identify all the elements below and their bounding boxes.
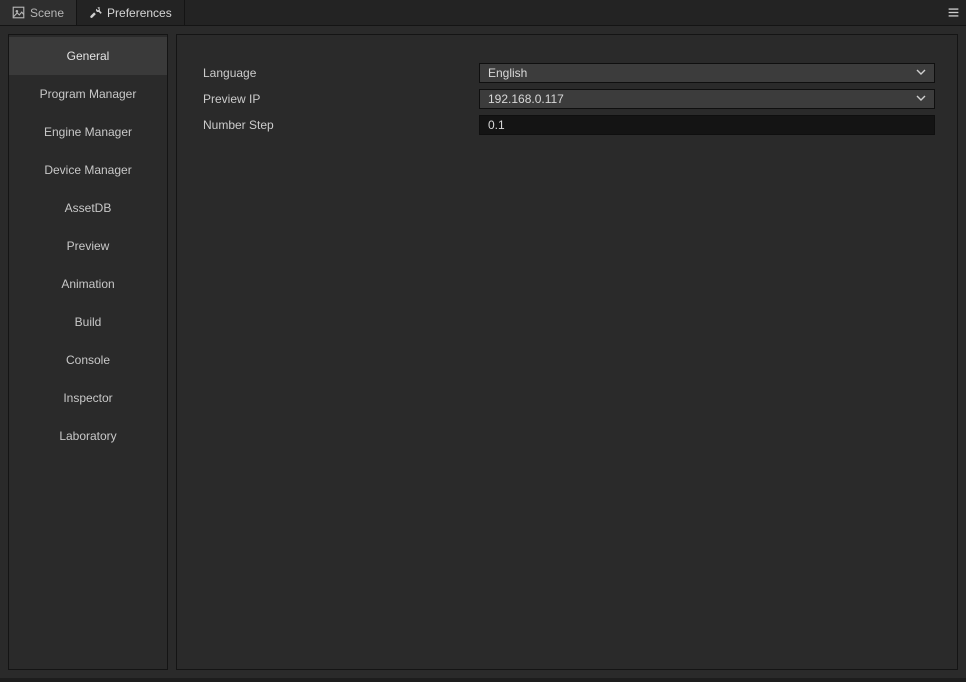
chevron-down-icon — [916, 66, 926, 80]
tools-icon — [89, 6, 102, 19]
sidebar-item-label: General — [67, 49, 110, 63]
sidebar-item-animation[interactable]: Animation — [9, 265, 167, 303]
input-number-step-value: 0.1 — [488, 118, 505, 132]
sidebar-item-preview[interactable]: Preview — [9, 227, 167, 265]
sidebar-item-engine-manager[interactable]: Engine Manager — [9, 113, 167, 151]
row-preview-ip: Preview IP 192.168.0.117 — [199, 89, 935, 109]
sidebar-item-build[interactable]: Build — [9, 303, 167, 341]
select-preview-ip[interactable]: 192.168.0.117 — [479, 89, 935, 109]
tab-scene-label: Scene — [30, 6, 64, 20]
label-preview-ip: Preview IP — [199, 92, 479, 106]
row-language: Language English — [199, 63, 935, 83]
tabbar-spacer — [185, 0, 940, 25]
tab-preferences-label: Preferences — [107, 6, 172, 20]
sidebar-item-program-manager[interactable]: Program Manager — [9, 75, 167, 113]
tab-scene[interactable]: Scene — [0, 0, 77, 25]
input-number-step[interactable]: 0.1 — [479, 115, 935, 135]
tab-bar: Scene Preferences — [0, 0, 966, 26]
select-language-value: English — [488, 66, 527, 80]
sidebar-item-assetdb[interactable]: AssetDB — [9, 189, 167, 227]
chevron-down-icon — [916, 92, 926, 106]
row-number-step: Number Step 0.1 — [199, 115, 935, 135]
sidebar-item-label: Build — [75, 315, 102, 329]
hamburger-icon — [947, 6, 960, 19]
footer-bar — [0, 678, 966, 682]
scene-icon — [12, 6, 25, 19]
sidebar-item-label: Device Manager — [44, 163, 131, 177]
sidebar-item-label: AssetDB — [65, 201, 112, 215]
select-language[interactable]: English — [479, 63, 935, 83]
sidebar-item-console[interactable]: Console — [9, 341, 167, 379]
sidebar-item-laboratory[interactable]: Laboratory — [9, 417, 167, 455]
sidebar-item-label: Engine Manager — [44, 125, 132, 139]
sidebar-item-label: Program Manager — [40, 87, 137, 101]
sidebar-item-device-manager[interactable]: Device Manager — [9, 151, 167, 189]
tab-preferences[interactable]: Preferences — [77, 0, 185, 25]
sidebar-item-label: Animation — [61, 277, 114, 291]
select-preview-ip-value: 192.168.0.117 — [488, 92, 564, 106]
sidebar-item-inspector[interactable]: Inspector — [9, 379, 167, 417]
sidebar-item-general[interactable]: General — [9, 37, 167, 75]
label-language: Language — [199, 66, 479, 80]
sidebar-item-label: Preview — [67, 239, 110, 253]
preferences-panel: Language English Preview IP 192.168.0.11… — [176, 34, 958, 670]
preferences-sidebar: General Program Manager Engine Manager D… — [8, 34, 168, 670]
label-number-step: Number Step — [199, 118, 479, 132]
sidebar-item-label: Inspector — [63, 391, 112, 405]
sidebar-item-label: Laboratory — [59, 429, 116, 443]
sidebar-item-label: Console — [66, 353, 110, 367]
tabbar-menu-button[interactable] — [940, 0, 966, 25]
